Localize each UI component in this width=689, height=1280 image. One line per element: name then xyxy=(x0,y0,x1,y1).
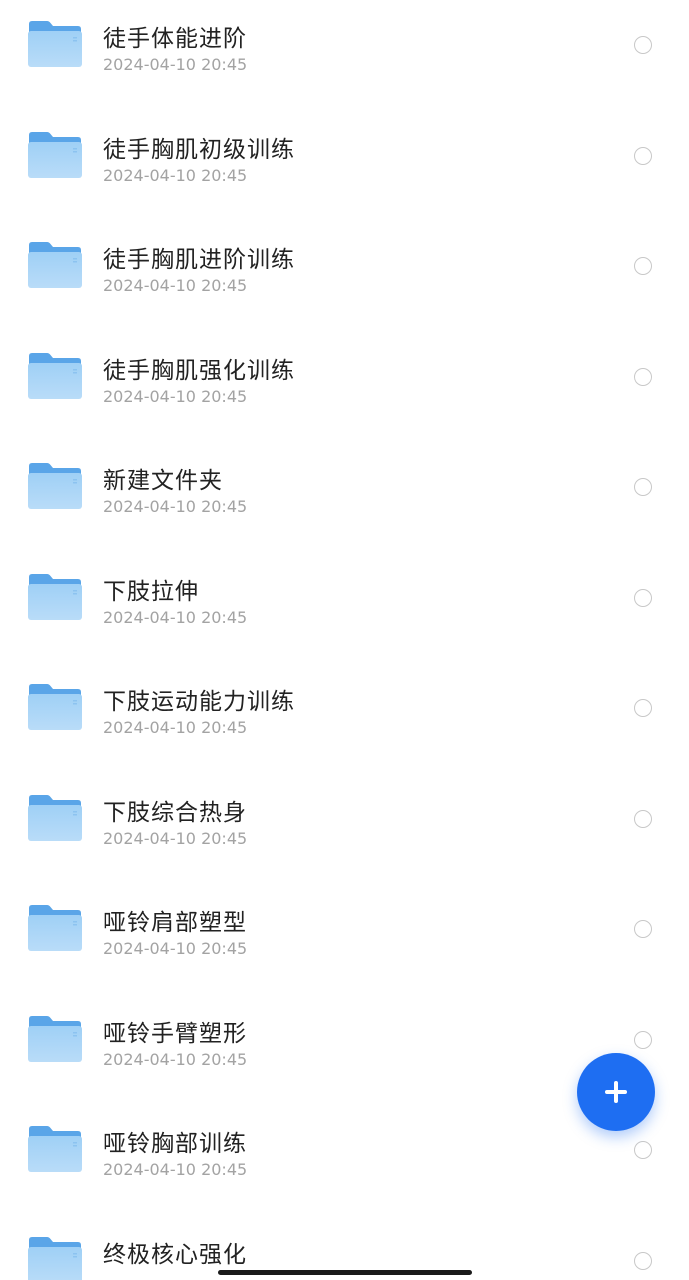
select-radio-icon[interactable] xyxy=(634,257,652,275)
folder-icon xyxy=(27,1236,83,1280)
folder-row[interactable]: 下肢拉伸 2024-04-10 20:45 xyxy=(0,498,689,627)
select-radio-icon[interactable] xyxy=(634,1251,652,1270)
select-radio-icon[interactable] xyxy=(634,1141,652,1159)
folder-row[interactable]: 徒手胸肌进阶训练 2024-04-10 20:45 xyxy=(0,166,689,295)
folder-name: 终极核心强化 xyxy=(103,1241,247,1268)
folder-row[interactable]: 徒手体能进阶 2024-04-10 20:45 xyxy=(0,0,689,74)
select-radio-icon[interactable] xyxy=(634,809,652,828)
folder-row[interactable]: 新建文件夹 2024-04-10 20:45 xyxy=(0,387,689,516)
add-folder-button[interactable] xyxy=(577,1053,655,1131)
folder-row[interactable]: 终极核心强化 xyxy=(0,1161,689,1280)
select-radio-icon[interactable] xyxy=(634,1030,652,1049)
folder-name: 徒手胸肌强化训练 xyxy=(103,357,295,384)
plus-icon xyxy=(605,1081,627,1103)
folder-row[interactable]: 下肢综合热身 2024-04-10 20:45 xyxy=(0,719,689,848)
folder-name: 徒手胸肌进阶训练 xyxy=(103,247,295,273)
folder-name: 下肢运动能力训练 xyxy=(103,689,295,715)
select-radio-icon[interactable] xyxy=(634,36,652,54)
folder-list-screen: 徒手体能进阶 2024-04-10 20:45 徒手胸肌初级训练 2024-04-1… xyxy=(0,0,689,1280)
folder-row[interactable]: 哑铃手臂塑形 2024-04-10 20:45 xyxy=(0,940,689,1069)
home-indicator xyxy=(218,1270,472,1275)
folder-name: 哑铃胸部训练 xyxy=(103,1131,247,1157)
folder-name: 下肢综合热身 xyxy=(103,799,247,826)
select-radio-icon[interactable] xyxy=(634,699,652,717)
folder-name: 徒手胸肌初级训练 xyxy=(103,136,295,163)
folder-name: 新建文件夹 xyxy=(103,468,223,494)
folder-row[interactable]: 徒手胸肌初级训练 2024-04-10 20:45 xyxy=(0,56,689,185)
select-radio-icon[interactable] xyxy=(634,367,652,386)
folder-name: 徒手体能进阶 xyxy=(103,26,247,52)
select-radio-icon[interactable] xyxy=(634,146,652,165)
folder-name: 下肢拉伸 xyxy=(103,578,199,605)
select-radio-icon[interactable] xyxy=(634,588,652,607)
folder-name: 哑铃肩部塑型 xyxy=(103,910,247,936)
folder-name: 哑铃手臂塑形 xyxy=(103,1020,247,1047)
folder-row[interactable]: 哑铃肩部塑型 2024-04-10 20:45 xyxy=(0,829,689,958)
select-radio-icon[interactable] xyxy=(634,920,652,938)
folder-row[interactable]: 下肢运动能力训练 2024-04-10 20:45 xyxy=(0,608,689,737)
select-radio-icon[interactable] xyxy=(634,478,652,496)
folder-row[interactable]: 徒手胸肌强化训练 2024-04-10 20:45 xyxy=(0,277,689,406)
